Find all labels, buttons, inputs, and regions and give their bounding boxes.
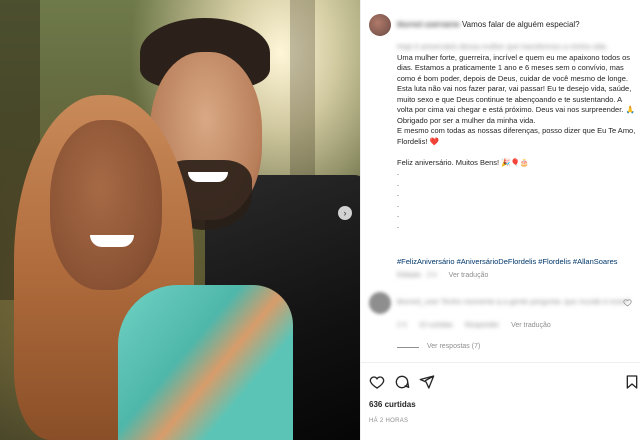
- comment-reply-button[interactable]: Responder: [465, 322, 499, 329]
- like-heart-icon[interactable]: [369, 374, 385, 390]
- caption-username[interactable]: blurred username: [397, 20, 460, 29]
- caption-edited: Editado · 2 h: [397, 272, 437, 279]
- caption-see-translation[interactable]: Ver tradução: [449, 272, 489, 279]
- likes-count[interactable]: 636 curtidas: [369, 400, 416, 411]
- caption-body: Hoje é aniversário dessa mulher que tran…: [397, 42, 637, 231]
- comment-text: blurred_user Tenho momento q a gente per…: [397, 297, 630, 306]
- woman-face: [50, 120, 162, 290]
- woman-dress: [118, 285, 293, 440]
- carousel-next-button[interactable]: ›: [338, 206, 352, 220]
- avatar[interactable]: [369, 14, 391, 36]
- comment-avatar[interactable]: [369, 292, 391, 314]
- replies-divider: [397, 346, 419, 348]
- background-tree: [290, 0, 315, 200]
- comment-meta: 2 h 10 curtidas Responder Ver tradução: [397, 321, 561, 332]
- post-photo[interactable]: [0, 0, 360, 440]
- woman-smile: [90, 235, 134, 247]
- comment-see-translation[interactable]: Ver tradução: [511, 322, 551, 329]
- view-replies-button[interactable]: Ver respostas (7): [397, 342, 480, 353]
- bookmark-icon[interactable]: [624, 374, 640, 390]
- share-plane-icon[interactable]: [419, 374, 435, 390]
- man-smile: [188, 172, 228, 182]
- comment-likes[interactable]: 10 curtidas: [419, 322, 453, 329]
- caption-hashtags[interactable]: #FelizAniversário #AniversárioDeFlordeli…: [397, 257, 640, 268]
- action-bar: [369, 374, 435, 390]
- caption-title: Vamos falar de alguém especial?: [461, 20, 580, 29]
- caption-text: Uma mulher forte, guerreira, incrível e …: [397, 52, 636, 230]
- view-replies-label: Ver respostas (7): [427, 343, 481, 350]
- caption-intro: Hoje é aniversário dessa mulher que tran…: [397, 42, 608, 51]
- section-divider: [361, 362, 640, 363]
- comment-item: blurred_user Tenho momento q a gente per…: [369, 292, 637, 314]
- comment-time: 2 h: [397, 322, 407, 329]
- comment-bubble-icon[interactable]: [394, 374, 410, 390]
- comment-heart-icon[interactable]: [623, 298, 632, 307]
- post-panel: blurred username Vamos falar de alguém e…: [360, 0, 640, 440]
- caption-header-text: blurred username Vamos falar de alguém e…: [397, 20, 580, 31]
- caption-meta: Editado · 2 h Ver tradução: [397, 271, 498, 282]
- post-timestamp: HÁ 2 HORAS: [369, 418, 409, 424]
- caption-header: blurred username Vamos falar de alguém e…: [369, 14, 580, 36]
